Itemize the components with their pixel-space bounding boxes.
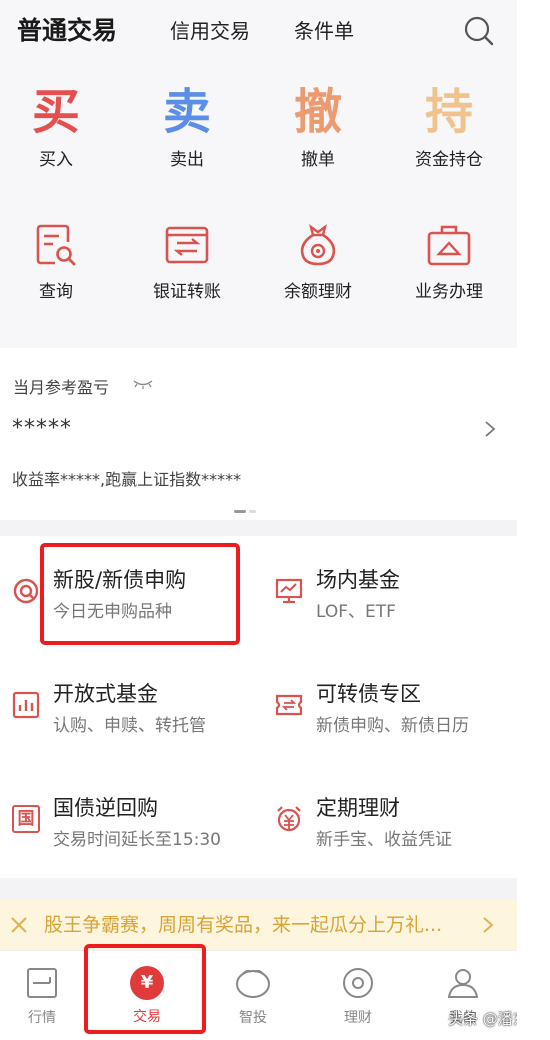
smart-invest-icon bbox=[236, 969, 270, 998]
convertible-bond-subtitle: 新债申购、新债日历 bbox=[316, 716, 469, 736]
balance-finance-label: 余额理财 bbox=[284, 282, 352, 302]
business-handling-label: 业务办理 bbox=[415, 282, 483, 302]
ipo-icon bbox=[13, 578, 39, 604]
exchange-fund-icon bbox=[275, 578, 303, 604]
briefcase-icon bbox=[427, 225, 471, 266]
exchange-fund-subtitle: LOF、ETF bbox=[316, 602, 396, 622]
fixed-term-subtitle: 新手宝、收益凭证 bbox=[316, 830, 452, 850]
query-label: 查询 bbox=[39, 282, 73, 302]
money-bag-icon bbox=[300, 224, 336, 266]
fixed-term-item[interactable]: 定期理财 新手宝、收益凭证 bbox=[275, 793, 515, 873]
bank-transfer-label: 银证转账 bbox=[153, 282, 221, 302]
search-icon[interactable] bbox=[462, 14, 496, 48]
page-dot-active bbox=[234, 510, 246, 513]
exchange-fund-title: 场内基金 bbox=[316, 568, 400, 592]
business-handling-button[interactable]: 业务办理 bbox=[394, 222, 504, 304]
close-icon[interactable] bbox=[9, 915, 29, 935]
bank-transfer-button[interactable]: 银证转账 bbox=[132, 222, 242, 304]
sell-glyph-icon: 卖 bbox=[162, 84, 211, 140]
sell-label: 卖出 bbox=[170, 150, 204, 170]
tab-regular-trade[interactable]: 普通交易 bbox=[17, 14, 117, 48]
tab-conditional-order[interactable]: 条件单 bbox=[294, 14, 354, 48]
fixed-term-title: 定期理财 bbox=[316, 796, 400, 820]
treasury-repo-title: 国债逆回购 bbox=[53, 796, 158, 820]
open-fund-title: 开放式基金 bbox=[53, 682, 158, 706]
chevron-right-icon[interactable] bbox=[484, 420, 496, 438]
market-icon bbox=[27, 968, 57, 998]
right-margin bbox=[517, 0, 550, 1040]
page-indicator bbox=[234, 510, 258, 514]
cancel-order-button[interactable]: 撤 撤单 bbox=[263, 82, 373, 172]
watermark: 头条 @潘东升 bbox=[448, 1010, 517, 1028]
top-panel: 普通交易 信用交易 条件单 买 买入 卖 卖出 撤 撤单 持 资金持仓 查询 银… bbox=[0, 0, 517, 348]
buy-glyph-icon: 买 bbox=[31, 84, 80, 140]
tab-market[interactable]: 行情 bbox=[2, 965, 82, 1027]
sell-button[interactable]: 卖 卖出 bbox=[132, 82, 242, 172]
buy-label: 买入 bbox=[39, 150, 73, 170]
cancel-glyph-icon: 撤 bbox=[293, 84, 342, 140]
divider bbox=[0, 878, 517, 900]
profit-title: 当月参考盈亏 bbox=[13, 378, 110, 397]
hold-glyph-icon: 持 bbox=[424, 84, 473, 140]
open-fund-icon bbox=[12, 691, 40, 719]
chevron-right-icon[interactable] bbox=[482, 916, 494, 934]
profit-value: ***** bbox=[12, 416, 72, 441]
promo-text: 股王争霸赛，周周有奖品，来一起瓜分上万礼... bbox=[44, 914, 443, 936]
profile-icon bbox=[447, 969, 479, 998]
tab-smart-invest[interactable]: 智投 bbox=[213, 965, 293, 1027]
tab-finance[interactable]: 理财 bbox=[318, 965, 398, 1027]
highlight-box-ipo bbox=[40, 543, 240, 645]
balance-finance-button[interactable]: 余额理财 bbox=[263, 222, 373, 304]
tab-margin-trade[interactable]: 信用交易 bbox=[170, 14, 250, 48]
treasury-repo-icon: 国 bbox=[12, 805, 40, 833]
exchange-fund-item[interactable]: 场内基金 LOF、ETF bbox=[275, 565, 515, 645]
buy-button[interactable]: 买 买入 bbox=[1, 82, 111, 172]
tab-market-label: 行情 bbox=[28, 1010, 56, 1026]
highlight-box-trade-tab bbox=[84, 944, 206, 1034]
convertible-bond-title: 可转债专区 bbox=[316, 682, 421, 706]
tab-smart-invest-label: 智投 bbox=[239, 1010, 267, 1026]
finance-icon bbox=[343, 968, 373, 998]
query-button[interactable]: 查询 bbox=[1, 222, 111, 304]
bottom-tab-bar: 行情 ¥ 交易 智投 理财 我的 bbox=[0, 950, 517, 1040]
query-icon bbox=[36, 224, 76, 266]
positions-button[interactable]: 持 资金持仓 bbox=[394, 82, 504, 172]
tab-finance-label: 理财 bbox=[344, 1010, 372, 1026]
convertible-bond-icon bbox=[275, 694, 303, 716]
trade-screen: 普通交易 信用交易 条件单 买 买入 卖 卖出 撤 撤单 持 资金持仓 查询 银… bbox=[0, 0, 517, 1040]
eye-closed-icon[interactable] bbox=[133, 378, 153, 390]
divider bbox=[0, 520, 517, 536]
open-fund-subtitle: 认购、申赎、转托管 bbox=[53, 716, 206, 736]
treasury-repo-subtitle: 交易时间延长至15:30 bbox=[53, 830, 221, 850]
convertible-bond-item[interactable]: 可转债专区 新债申购、新债日历 bbox=[275, 679, 515, 759]
monthly-profit-card[interactable]: 当月参考盈亏 ***** 收益率*****,跑赢上证指数***** bbox=[0, 348, 517, 520]
page-dot bbox=[249, 510, 256, 513]
treasury-repo-item[interactable]: 国 国债逆回购 交易时间延长至15:30 bbox=[12, 793, 252, 873]
positions-label: 资金持仓 bbox=[415, 150, 483, 170]
cancel-order-label: 撤单 bbox=[301, 150, 335, 170]
transfer-icon bbox=[165, 226, 209, 264]
fixed-term-icon bbox=[277, 806, 301, 832]
open-fund-item[interactable]: 开放式基金 认购、申赎、转托管 bbox=[12, 679, 252, 759]
profit-rate: 收益率*****,跑赢上证指数***** bbox=[12, 470, 242, 489]
promo-banner[interactable]: 股王争霸赛，周周有奖品，来一起瓜分上万礼... bbox=[0, 900, 517, 950]
